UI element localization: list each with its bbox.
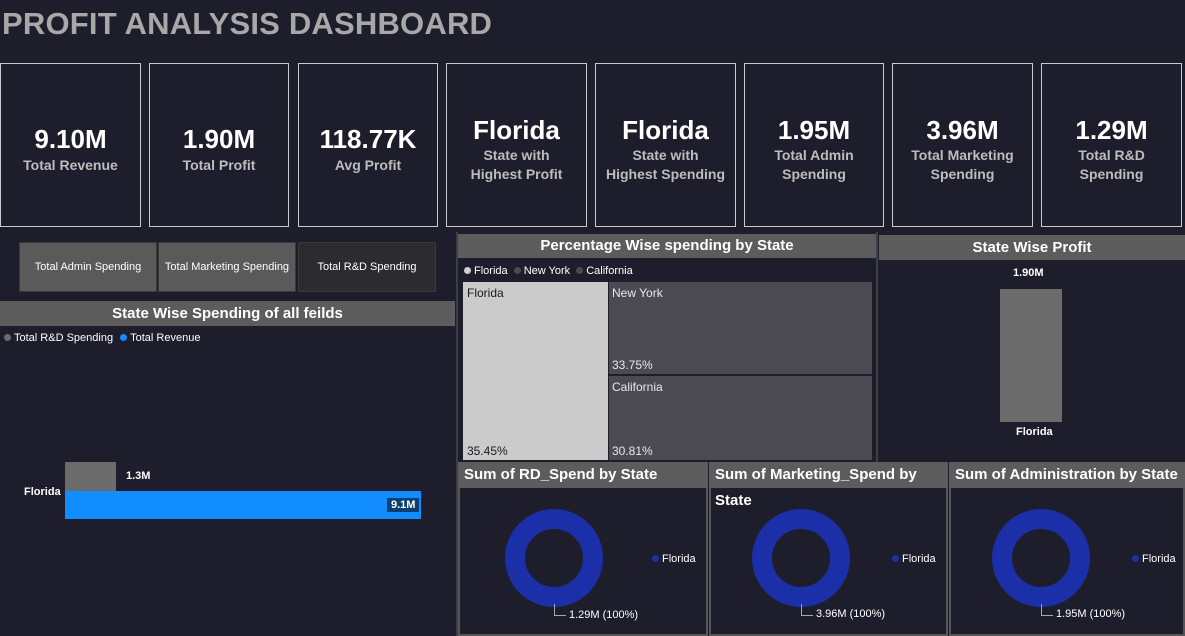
kpi-value: 9.10M [34, 124, 107, 154]
rd-spending-button[interactable]: Total R&D Spending [298, 242, 436, 292]
legend-label: California [586, 265, 633, 277]
legend-label: Florida [1142, 553, 1176, 565]
profit-bar-florida[interactable] [1000, 289, 1062, 422]
kpi-card-rd-spending[interactable]: 1.29M Total R&D Spending [1041, 63, 1182, 227]
donut-rd-title: Sum of RD_Spend by State [458, 462, 708, 488]
leader-line [554, 604, 555, 615]
kpi-label: State with Highest Profit [470, 147, 563, 182]
donut-marketing-legend[interactable]: Florida [892, 553, 936, 565]
legend-dot-icon [513, 267, 521, 274]
treemap-title: Percentage Wise spending by State [458, 234, 876, 258]
bar-total-revenue[interactable] [65, 491, 421, 519]
legend-label: New York [523, 265, 571, 277]
donut-chart-admin[interactable] [991, 508, 1091, 608]
treemap-legend: Florida New York California [464, 265, 633, 277]
donut-slice-florida[interactable] [992, 509, 1090, 607]
legend-dot-icon [892, 555, 899, 562]
kpi-card-highest-spending-state[interactable]: Florida State with Highest Spending [595, 63, 736, 227]
bar-rd-spending[interactable] [65, 462, 116, 491]
legend-label: Total Revenue [130, 332, 201, 344]
legend-label: Florida [474, 265, 508, 277]
leader-line [1041, 604, 1042, 615]
kpi-label: State with Highest Spending [606, 147, 725, 182]
kpi-value: 1.95M [777, 115, 851, 145]
legend-item-florida[interactable]: Florida [464, 265, 508, 277]
bar-revenue-data-label: 9.1M [387, 498, 420, 512]
kpi-card-marketing-spending[interactable]: 3.96M Total Marketing Spending [892, 63, 1033, 227]
profit-title: State Wise Profit [879, 235, 1185, 260]
donut-slice-florida[interactable] [752, 509, 850, 607]
leader-line [1041, 615, 1053, 616]
treemap-cell-name: Florida [467, 286, 504, 300]
treemap-cell-name: New York [612, 286, 663, 300]
admin-spending-button[interactable]: Total Admin Spending [19, 242, 157, 292]
legend-label: Total R&D Spending [14, 332, 114, 344]
kpi-value: 1.90M [182, 124, 256, 154]
leader-line [554, 615, 566, 616]
kpi-value: Florida [622, 115, 709, 145]
kpi-value: 118.77K [319, 124, 417, 154]
kpi-value: Florida [473, 115, 560, 145]
legend-label: Florida [662, 553, 696, 565]
donut-chart-rd[interactable] [504, 508, 604, 608]
kpi-label: Total R&D Spending [1078, 147, 1145, 182]
profit-data-label: 1.90M [1013, 267, 1044, 279]
treemap-cell-name: California [612, 380, 663, 394]
bar-category-label: Florida [24, 486, 61, 498]
legend-label: Florida [902, 553, 936, 565]
kpi-label: Total Profit [182, 157, 256, 173]
legend-dot-icon [1132, 555, 1139, 562]
legend-item-new-york[interactable]: New York [513, 265, 571, 277]
legend-item-rd[interactable]: Total R&D Spending [4, 332, 113, 344]
legend-item-california[interactable]: California [576, 265, 633, 277]
kpi-label: Total Admin Spending [774, 147, 854, 182]
page-title: PROFIT ANALYSIS DASHBOARD [2, 6, 493, 41]
donut-admin-legend[interactable]: Florida [1132, 553, 1176, 565]
treemap-cell-pct: 35.45% [467, 444, 508, 458]
kpi-card-admin-spending[interactable]: 1.95M Total Admin Spending [744, 63, 884, 227]
kpi-label: Total Marketing Spending [911, 147, 1014, 182]
kpi-card-total-profit[interactable]: 1.90M Total Profit [149, 63, 289, 227]
state-spending-legend: Total R&D Spending Total Revenue [4, 332, 200, 344]
state-spending-title: State Wise Spending of all feilds [0, 301, 455, 326]
legend-dot-icon [652, 555, 659, 562]
kpi-label: Total Revenue [23, 157, 118, 173]
donut-rd-data-label: 1.29M (100%) [569, 609, 639, 621]
donut-slice-florida[interactable] [505, 509, 603, 607]
donut-admin-data-label: 1.95M (100%) [1056, 608, 1126, 620]
section-divider [876, 232, 878, 462]
legend-dot-icon [464, 267, 471, 274]
kpi-card-total-revenue[interactable]: 9.10M Total Revenue [0, 63, 141, 227]
marketing-spending-button[interactable]: Total Marketing Spending [158, 242, 296, 292]
leader-line [801, 604, 802, 615]
donut-chart-marketing[interactable] [751, 508, 851, 608]
donut-admin-title: Sum of Administration by State [949, 462, 1185, 488]
kpi-label: Avg Profit [334, 157, 402, 173]
legend-dot-icon [576, 267, 584, 274]
treemap-cell-pct: 30.81% [612, 444, 653, 458]
donut-rd-legend[interactable]: Florida [652, 553, 696, 565]
kpi-value: 3.96M [926, 115, 999, 145]
treemap-cell-florida[interactable]: Florida 35.45% [463, 282, 608, 460]
donut-marketing-title: Sum of Marketing_Spend by State [709, 462, 948, 509]
donut-marketing-data-label: 3.96M (100%) [816, 608, 886, 620]
treemap-cell-california[interactable]: California 30.81% [609, 376, 872, 460]
legend-item-revenue[interactable]: Total Revenue [120, 332, 200, 344]
treemap-cell-new-york[interactable]: New York 33.75% [609, 282, 872, 374]
kpi-value: 1.29M [1075, 115, 1148, 145]
legend-dot-icon [120, 334, 128, 341]
leader-line [801, 615, 813, 616]
kpi-card-avg-profit[interactable]: 118.77K Avg Profit [298, 63, 438, 227]
kpi-card-highest-profit-state[interactable]: Florida State with Highest Profit [446, 63, 587, 227]
bar-rd-data-label: 1.3M [126, 470, 151, 482]
treemap-cell-pct: 33.75% [612, 358, 653, 372]
legend-dot-icon [4, 334, 11, 341]
profit-category-label: Florida [1016, 426, 1053, 438]
